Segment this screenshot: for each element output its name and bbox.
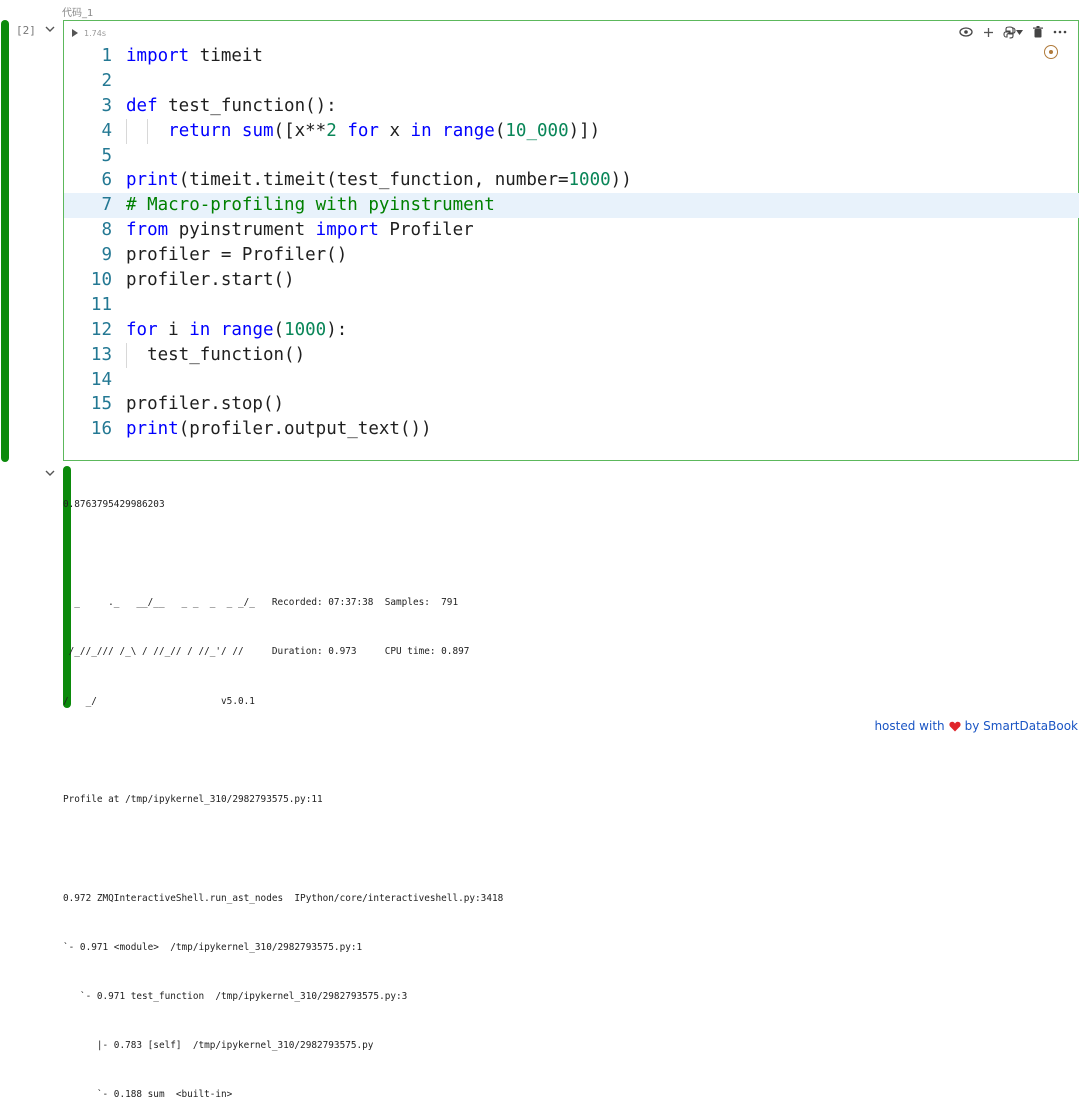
output-line: ​	[63, 841, 503, 857]
code-text: profiler.stop()	[126, 394, 285, 415]
cell-output: 0.8763795429986203 ​ _ ._ __/__ _ _ _ _ …	[63, 464, 503, 1120]
collapse-input-icon[interactable]	[45, 25, 55, 35]
hosted-footer[interactable]: hosted with by SmartDataBook	[874, 719, 1078, 733]
output-line: 0.8763795429986203	[63, 498, 165, 510]
code-text: return sum([x**2 for x in range(10_000)]…	[126, 118, 600, 144]
code-line: 14	[90, 369, 112, 390]
output-line: Profile at /tmp/ipykernel_310/2982793575…	[63, 794, 323, 806]
chevron-down-icon[interactable]	[1016, 29, 1023, 35]
output-line: `- 0.188 sum <built-in>	[63, 1089, 233, 1101]
code-line: 8 from pyinstrument import Profiler	[64, 218, 1079, 243]
python-icon[interactable]	[1002, 25, 1024, 39]
input-execution-bar[interactable]	[1, 20, 9, 462]
code-text: profiler = Profiler()	[126, 245, 348, 266]
code-line: 12 for i in range(1000):	[64, 318, 1079, 343]
output-line: ​	[63, 743, 503, 759]
code-editor[interactable]: 1 import timeit 2 3 def test_function(): 4…	[64, 44, 1079, 442]
code-text: # Macro-profiling with pyinstrument	[126, 195, 495, 216]
code-line: 1 import timeit	[64, 44, 1079, 69]
code-text: import timeit	[126, 46, 263, 66]
code-text: def test_function():	[126, 95, 337, 116]
code-line: 16 print(profiler.output_text())	[64, 417, 1079, 442]
output-line: /_//_/// /_\ / //_// / //_'/ // Duration…	[63, 646, 470, 658]
code-line: 9 profiler = Profiler()	[64, 243, 1079, 268]
code-text: from pyinstrument import Profiler	[126, 220, 474, 241]
code-line-highlighted: 7 # Macro-profiling with pyinstrument	[64, 193, 1079, 219]
output-line: `- 0.971 <module> /tmp/ipykernel_310/298…	[63, 941, 363, 953]
collapse-output-icon[interactable]	[45, 469, 55, 479]
execution-count: [2]	[16, 24, 36, 37]
trash-icon[interactable]	[1030, 25, 1046, 39]
run-icon[interactable]	[72, 29, 78, 37]
output-line: 0.972 ZMQInteractiveShell.run_ast_nodes …	[63, 892, 504, 904]
output-line: `- 0.971 test_function /tmp/ipykernel_31…	[63, 991, 408, 1002]
code-line: 4 return sum([x**2 for x in range(10_000…	[64, 118, 1079, 144]
code-line: 15 profiler.stop()	[64, 392, 1079, 417]
code-line: 10 profiler.start()	[64, 268, 1079, 293]
code-text: print(timeit.timeit(test_function, numbe…	[126, 170, 632, 191]
output-line: / _/ v5.0.1	[63, 695, 255, 707]
code-text: print(profiler.output_text())	[126, 419, 432, 440]
footer-suffix[interactable]: by SmartDataBook	[965, 719, 1078, 733]
run-area: 1.74s	[72, 26, 106, 40]
output-line: _ ._ __/__ _ _ _ _ _/_ Recorded: 07:37:3…	[63, 597, 459, 609]
code-line: 5	[101, 145, 112, 166]
code-text: profiler.start()	[126, 270, 295, 291]
eye-icon[interactable]	[958, 25, 974, 39]
execution-time: 1.74s	[84, 28, 106, 38]
code-line: 6 print(timeit.timeit(test_function, numb…	[64, 168, 1079, 193]
heart-icon	[949, 721, 961, 731]
cell-toolbar	[958, 25, 1068, 39]
code-line: 11	[90, 294, 112, 315]
plus-icon[interactable]	[980, 25, 996, 39]
code-line: 2	[101, 70, 112, 91]
code-line: 3 def test_function():	[64, 94, 1079, 119]
footer-prefix: hosted with	[874, 719, 945, 733]
code-text: for i in range(1000):	[126, 319, 348, 340]
cell-label: 代码_1	[62, 8, 94, 19]
code-text: test_function()	[126, 342, 305, 368]
code-line: 13 test_function()	[64, 342, 1079, 368]
output-line: ​	[63, 546, 503, 562]
more-icon[interactable]	[1052, 25, 1068, 39]
output-line: |- 0.783 [self] /tmp/ipykernel_310/29827…	[63, 1040, 374, 1052]
